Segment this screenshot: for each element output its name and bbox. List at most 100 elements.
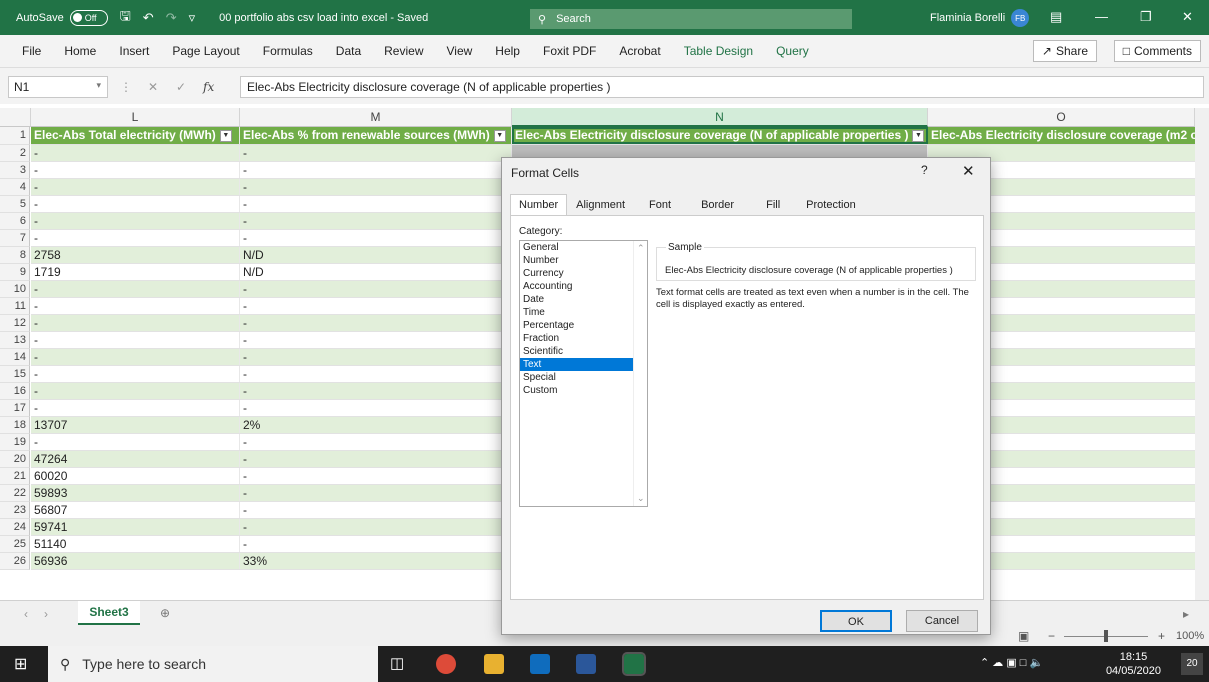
header-cell-l[interactable]: Elec-Abs Total electricity (MWh) ▼ [31,127,240,144]
column-header-m[interactable]: M [240,108,512,127]
cell-l[interactable]: 59893 [31,485,240,501]
header-cell-o[interactable]: Elec-Abs Electricity disclosure coverage… [928,127,1209,144]
row-header[interactable]: 25 [0,536,30,553]
cell-l[interactable]: - [31,213,240,229]
cell-l[interactable]: - [31,400,240,416]
cell-m[interactable]: 33% [240,553,512,569]
cell-l[interactable]: - [31,298,240,314]
row-header[interactable]: 1 [0,127,30,145]
chrome-icon[interactable] [436,654,456,674]
cell-m[interactable]: - [240,213,512,229]
row-header[interactable]: 4 [0,179,30,196]
row-header[interactable]: 22 [0,485,30,502]
search-box[interactable]: ⚲ Search [530,9,852,29]
file-explorer-icon[interactable] [484,654,504,674]
category-item[interactable]: Text [520,358,634,371]
sheet-tab[interactable]: Sheet3 [78,601,140,625]
row-header[interactable]: 14 [0,349,30,366]
cell-m[interactable]: N/D [240,247,512,263]
header-cell-m[interactable]: Elec-Abs % from renewable sources (MWh) ▼ [240,127,512,144]
cell-l[interactable]: - [31,230,240,246]
row-header[interactable]: 16 [0,383,30,400]
category-item[interactable]: Special [520,371,634,384]
row-header[interactable]: 12 [0,315,30,332]
row-header[interactable]: 3 [0,162,30,179]
cell-m[interactable]: - [240,281,512,297]
tab-border[interactable]: Border [686,194,749,216]
category-item[interactable]: General [520,241,634,254]
page-layout-view-icon[interactable]: ▣ [1018,629,1029,643]
scroll-left-icon[interactable]: ‹ [24,607,28,621]
save-icon[interactable]: 🖫 [120,7,131,29]
cell-l[interactable]: 60020 [31,468,240,484]
row-header[interactable]: 2 [0,145,30,162]
menu-page-layout[interactable]: Page Layout [172,44,239,58]
cell-m[interactable]: 2% [240,417,512,433]
cell-m[interactable]: - [240,468,512,484]
filter-dropdown-icon[interactable]: ▼ [493,129,506,142]
autosave-control[interactable]: AutoSave Off [16,9,108,26]
ok-button[interactable]: OK [820,610,892,632]
user-account[interactable]: Flaminia Borelli FB [930,9,1030,27]
cell-l[interactable]: - [31,332,240,348]
autosave-toggle[interactable]: Off [69,9,108,26]
menu-view[interactable]: View [447,44,473,58]
cell-l[interactable]: 47264 [31,451,240,467]
document-title[interactable]: 00 portfolio abs csv load into excel - S… [219,12,428,24]
menu-acrobat[interactable]: Acrobat [619,44,660,58]
cell-m[interactable]: - [240,519,512,535]
cell-m[interactable]: - [240,536,512,552]
cell-m[interactable]: - [240,298,512,314]
cell-l[interactable]: - [31,434,240,450]
cell-l[interactable]: - [31,145,240,161]
row-header[interactable]: 8 [0,247,30,264]
insert-function-icon[interactable]: fx [203,80,214,94]
category-item[interactable]: Accounting [520,280,634,293]
select-all-corner[interactable] [0,108,31,127]
row-header[interactable]: 26 [0,553,30,570]
cell-m[interactable]: - [240,179,512,195]
category-list[interactable]: General Number Currency Accounting Date Time P… [519,240,648,507]
cell-l[interactable]: - [31,162,240,178]
outlook-icon[interactable] [530,654,550,674]
row-header[interactable]: 21 [0,468,30,485]
minimize-icon[interactable]: — [1095,9,1108,24]
tab-fill[interactable]: Fill [749,194,797,216]
cell-m[interactable]: - [240,400,512,416]
cell-l[interactable]: - [31,366,240,382]
close-icon[interactable]: ✕ [1182,9,1193,25]
scroll-down-icon[interactable]: ⌄ [637,493,645,504]
cell-l[interactable]: - [31,349,240,365]
dialog-close-icon[interactable]: ✕ [962,162,975,180]
cell-m[interactable]: - [240,196,512,212]
zoom-in-icon[interactable]: + [1158,629,1165,643]
row-header[interactable]: 9 [0,264,30,281]
menu-formulas[interactable]: Formulas [263,44,313,58]
cell-m[interactable]: - [240,145,512,161]
scroll-right-icon[interactable]: › [44,607,48,621]
menu-file[interactable]: File [22,44,41,58]
vertical-scrollbar[interactable] [1195,108,1209,600]
comments-button[interactable]: □ Comments [1113,40,1201,62]
column-header-o[interactable]: O [928,108,1195,127]
zoom-level[interactable]: 100% [1176,630,1204,642]
category-item[interactable]: Currency [520,267,634,280]
clock[interactable]: 18:15 04/05/2020 [1106,650,1161,678]
cell-m[interactable]: N/D [240,264,512,280]
enter-icon[interactable]: ✓ [176,80,186,94]
cell-l[interactable]: - [31,281,240,297]
category-item[interactable]: Time [520,306,634,319]
system-tray-icons[interactable]: ⌃ ☁ ▣ □ 🔈 [980,656,1043,669]
row-header[interactable]: 18 [0,417,30,434]
cell-m[interactable]: - [240,332,512,348]
task-view-icon[interactable]: ◫ [390,654,404,672]
category-item[interactable]: Date [520,293,634,306]
zoom-out-icon[interactable]: − [1048,629,1055,643]
row-header[interactable]: 19 [0,434,30,451]
category-item[interactable]: Custom [520,384,634,397]
filter-dropdown-icon[interactable]: ▼ [912,129,925,142]
restore-icon[interactable]: ❐ [1140,9,1152,25]
cell-m[interactable]: - [240,383,512,399]
cancel-icon[interactable]: ✕ [148,80,158,94]
cell-m[interactable]: - [240,502,512,518]
